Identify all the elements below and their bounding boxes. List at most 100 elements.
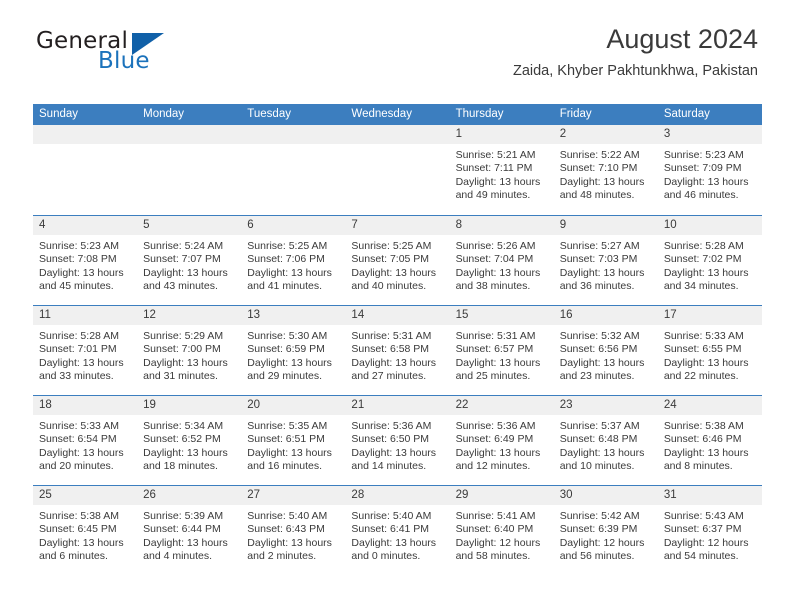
daylight-text-line1: Daylight: 13 hours: [351, 536, 437, 549]
sunset-text: Sunset: 6:48 PM: [559, 433, 638, 446]
calendar-day-cell[interactable]: 6 Sunrise: 5:25 AM Sunset: 7:06 PM Daylight…: [241, 216, 346, 305]
day-number: 14: [345, 306, 450, 325]
daylight-text-line1: Daylight: 13 hours: [559, 446, 645, 459]
day-details: Sunrise: 5:23 AM Sunset: 7:08 PM Daylight:…: [33, 235, 137, 294]
calendar-day-cell[interactable]: 9 Sunrise: 5:27 AM Sunset: 7:03 PM Daylight…: [553, 216, 658, 305]
calendar-day-cell[interactable]: 31 Sunrise: 5:43 AM Sunset: 6:37 PM Dayligh…: [657, 486, 762, 575]
sunset-text: Sunset: 7:09 PM: [663, 162, 742, 175]
daylight-text-line2: and 38 minutes.: [455, 280, 531, 293]
calendar-day-cell[interactable]: 26 Sunrise: 5:39 AM Sunset: 6:44 PM Dayligh…: [137, 486, 242, 575]
sunset-text: Sunset: 6:44 PM: [143, 523, 221, 536]
weekday-header-tuesday: Tuesday: [247, 108, 291, 120]
calendar-day-cell[interactable]: 5 Sunrise: 5:24 AM Sunset: 7:07 PM Daylight…: [137, 216, 242, 305]
day-details: Sunrise: 5:37 AM Sunset: 6:48 PM Daylight:…: [554, 415, 658, 474]
daylight-text-line2: and 12 minutes.: [455, 460, 531, 473]
daylight-text-line1: Daylight: 13 hours: [663, 446, 749, 459]
day-details: Sunrise: 5:39 AM Sunset: 6:44 PM Daylight:…: [137, 505, 241, 564]
daylight-text-line2: and 34 minutes.: [663, 280, 739, 293]
logo-text-blue: Blue: [98, 48, 150, 74]
daylight-text-line1: Daylight: 13 hours: [559, 266, 645, 279]
page-subtitle: Zaida, Khyber Pakhtunkhwa, Pakistan: [512, 63, 758, 79]
calendar-day-cell[interactable]: 16 Sunrise: 5:32 AM Sunset: 6:56 PM Dayligh…: [553, 306, 658, 395]
calendar-day-cell-empty: [33, 125, 138, 215]
sunrise-text: Sunrise: 5:36 AM: [455, 420, 536, 432]
calendar-day-cell[interactable]: 13 Sunrise: 5:30 AM Sunset: 6:59 PM Dayligh…: [241, 306, 346, 395]
calendar-day-cell[interactable]: 11 Sunrise: 5:28 AM Sunset: 7:01 PM Dayligh…: [33, 306, 138, 395]
daylight-text-line2: and 58 minutes.: [455, 550, 531, 563]
calendar-day-cell[interactable]: 29 Sunrise: 5:41 AM Sunset: 6:40 PM Dayligh…: [449, 486, 554, 575]
sunrise-text: Sunrise: 5:21 AM: [455, 149, 536, 161]
calendar-day-cell[interactable]: 3 Sunrise: 5:23 AM Sunset: 7:09 PM Daylight…: [657, 125, 762, 215]
calendar-day-cell[interactable]: 28 Sunrise: 5:40 AM Sunset: 6:41 PM Dayligh…: [345, 486, 450, 575]
calendar-day-cell[interactable]: 20 Sunrise: 5:35 AM Sunset: 6:51 PM Dayligh…: [241, 396, 346, 485]
daylight-text-line1: Daylight: 13 hours: [143, 356, 228, 369]
calendar-day-cell[interactable]: 14 Sunrise: 5:31 AM Sunset: 6:58 PM Dayligh…: [345, 306, 450, 395]
day-details: Sunrise: 5:40 AM Sunset: 6:41 PM Daylight:…: [345, 505, 449, 564]
day-details: Sunrise: 5:32 AM Sunset: 6:56 PM Daylight:…: [554, 325, 658, 384]
daylight-text-line1: Daylight: 13 hours: [351, 446, 437, 459]
calendar-week-row: 18 Sunrise: 5:33 AM Sunset: 6:54 PM Dayligh…: [33, 395, 762, 485]
daylight-text-line1: Daylight: 13 hours: [247, 446, 332, 459]
general-blue-logo[interactable]: General Blue: [36, 28, 256, 78]
day-details: Sunrise: 5:38 AM Sunset: 6:45 PM Daylight:…: [33, 505, 137, 564]
daylight-text-line2: and 2 minutes.: [247, 550, 317, 563]
sunrise-text: Sunrise: 5:35 AM: [247, 420, 328, 432]
day-details: Sunrise: 5:25 AM Sunset: 7:06 PM Daylight:…: [241, 235, 345, 294]
day-details: Sunrise: 5:43 AM Sunset: 6:37 PM Daylight:…: [658, 505, 762, 564]
day-number: 4: [33, 216, 138, 235]
calendar-weeks: 1 Sunrise: 5:21 AM Sunset: 7:11 PM Daylight…: [33, 125, 762, 575]
day-details: Sunrise: 5:33 AM Sunset: 6:55 PM Daylight:…: [658, 325, 762, 384]
day-number: 3: [657, 125, 762, 144]
sunset-text: Sunset: 6:55 PM: [663, 343, 742, 356]
calendar-day-cell[interactable]: 21 Sunrise: 5:36 AM Sunset: 6:50 PM Dayligh…: [345, 396, 450, 485]
calendar-day-cell[interactable]: 12 Sunrise: 5:29 AM Sunset: 7:00 PM Dayligh…: [137, 306, 242, 395]
calendar-day-cell[interactable]: 10 Sunrise: 5:28 AM Sunset: 7:02 PM Dayligh…: [657, 216, 762, 305]
calendar-day-cell[interactable]: 27 Sunrise: 5:40 AM Sunset: 6:43 PM Dayligh…: [241, 486, 346, 575]
sunrise-text: Sunrise: 5:28 AM: [39, 330, 119, 342]
day-details: Sunrise: 5:36 AM Sunset: 6:50 PM Daylight:…: [345, 415, 449, 474]
calendar-day-cell[interactable]: 8 Sunrise: 5:26 AM Sunset: 7:04 PM Daylight…: [449, 216, 554, 305]
calendar-day-cell[interactable]: 18 Sunrise: 5:33 AM Sunset: 6:54 PM Dayligh…: [33, 396, 138, 485]
daylight-text-line1: Daylight: 13 hours: [39, 266, 124, 279]
calendar-day-cell[interactable]: 22 Sunrise: 5:36 AM Sunset: 6:49 PM Dayligh…: [449, 396, 554, 485]
calendar-day-cell[interactable]: 25 Sunrise: 5:38 AM Sunset: 6:45 PM Dayligh…: [33, 486, 138, 575]
calendar-day-cell[interactable]: 17 Sunrise: 5:33 AM Sunset: 6:55 PM Dayligh…: [657, 306, 762, 395]
calendar-day-cell[interactable]: 30 Sunrise: 5:42 AM Sunset: 6:39 PM Dayligh…: [553, 486, 658, 575]
day-details: Sunrise: 5:28 AM Sunset: 7:02 PM Daylight:…: [658, 235, 762, 294]
calendar-day-cell[interactable]: 19 Sunrise: 5:34 AM Sunset: 6:52 PM Dayligh…: [137, 396, 242, 485]
daylight-text-line2: and 48 minutes.: [559, 189, 635, 202]
sunset-text: Sunset: 6:49 PM: [455, 433, 534, 446]
calendar-day-cell-empty: [241, 125, 346, 215]
daylight-text-line1: Daylight: 12 hours: [455, 536, 541, 549]
day-number: 8: [449, 216, 554, 235]
daylight-text-line1: Daylight: 13 hours: [39, 356, 124, 369]
day-number: 15: [449, 306, 554, 325]
calendar-day-cell[interactable]: 2 Sunrise: 5:22 AM Sunset: 7:10 PM Daylight…: [553, 125, 658, 215]
calendar-day-cell[interactable]: 1 Sunrise: 5:21 AM Sunset: 7:11 PM Daylight…: [449, 125, 554, 215]
sunset-text: Sunset: 6:51 PM: [247, 433, 325, 446]
sunrise-text: Sunrise: 5:23 AM: [39, 240, 119, 252]
daylight-text-line2: and 0 minutes.: [351, 550, 421, 563]
daylight-text-line2: and 40 minutes.: [351, 280, 427, 293]
daylight-text-line1: Daylight: 13 hours: [39, 446, 124, 459]
sunset-text: Sunset: 6:46 PM: [663, 433, 742, 446]
sunset-text: Sunset: 7:11 PM: [455, 162, 533, 175]
sunrise-text: Sunrise: 5:41 AM: [455, 510, 536, 522]
day-number: 22: [449, 396, 554, 415]
weekday-header-wednesday: Wednesday: [351, 108, 412, 120]
daylight-text-line1: Daylight: 13 hours: [247, 356, 332, 369]
calendar-day-cell[interactable]: 7 Sunrise: 5:25 AM Sunset: 7:05 PM Daylight…: [345, 216, 450, 305]
day-details: Sunrise: 5:33 AM Sunset: 6:54 PM Daylight:…: [33, 415, 137, 474]
calendar-day-cell[interactable]: 24 Sunrise: 5:38 AM Sunset: 6:46 PM Dayligh…: [657, 396, 762, 485]
daylight-text-line2: and 31 minutes.: [143, 370, 218, 383]
day-details: Sunrise: 5:42 AM Sunset: 6:39 PM Daylight:…: [554, 505, 658, 564]
daylight-text-line2: and 29 minutes.: [247, 370, 322, 383]
daylight-text-line2: and 45 minutes.: [39, 280, 114, 293]
daylight-text-line1: Daylight: 13 hours: [559, 356, 645, 369]
calendar-day-cell[interactable]: 15 Sunrise: 5:31 AM Sunset: 6:57 PM Dayligh…: [449, 306, 554, 395]
daylight-text-line2: and 49 minutes.: [455, 189, 531, 202]
calendar-day-cell[interactable]: 4 Sunrise: 5:23 AM Sunset: 7:08 PM Daylight…: [33, 216, 138, 305]
sunrise-text: Sunrise: 5:31 AM: [455, 330, 536, 342]
calendar-day-cell[interactable]: 23 Sunrise: 5:37 AM Sunset: 6:48 PM Dayligh…: [553, 396, 658, 485]
daylight-text-line1: Daylight: 13 hours: [351, 266, 437, 279]
